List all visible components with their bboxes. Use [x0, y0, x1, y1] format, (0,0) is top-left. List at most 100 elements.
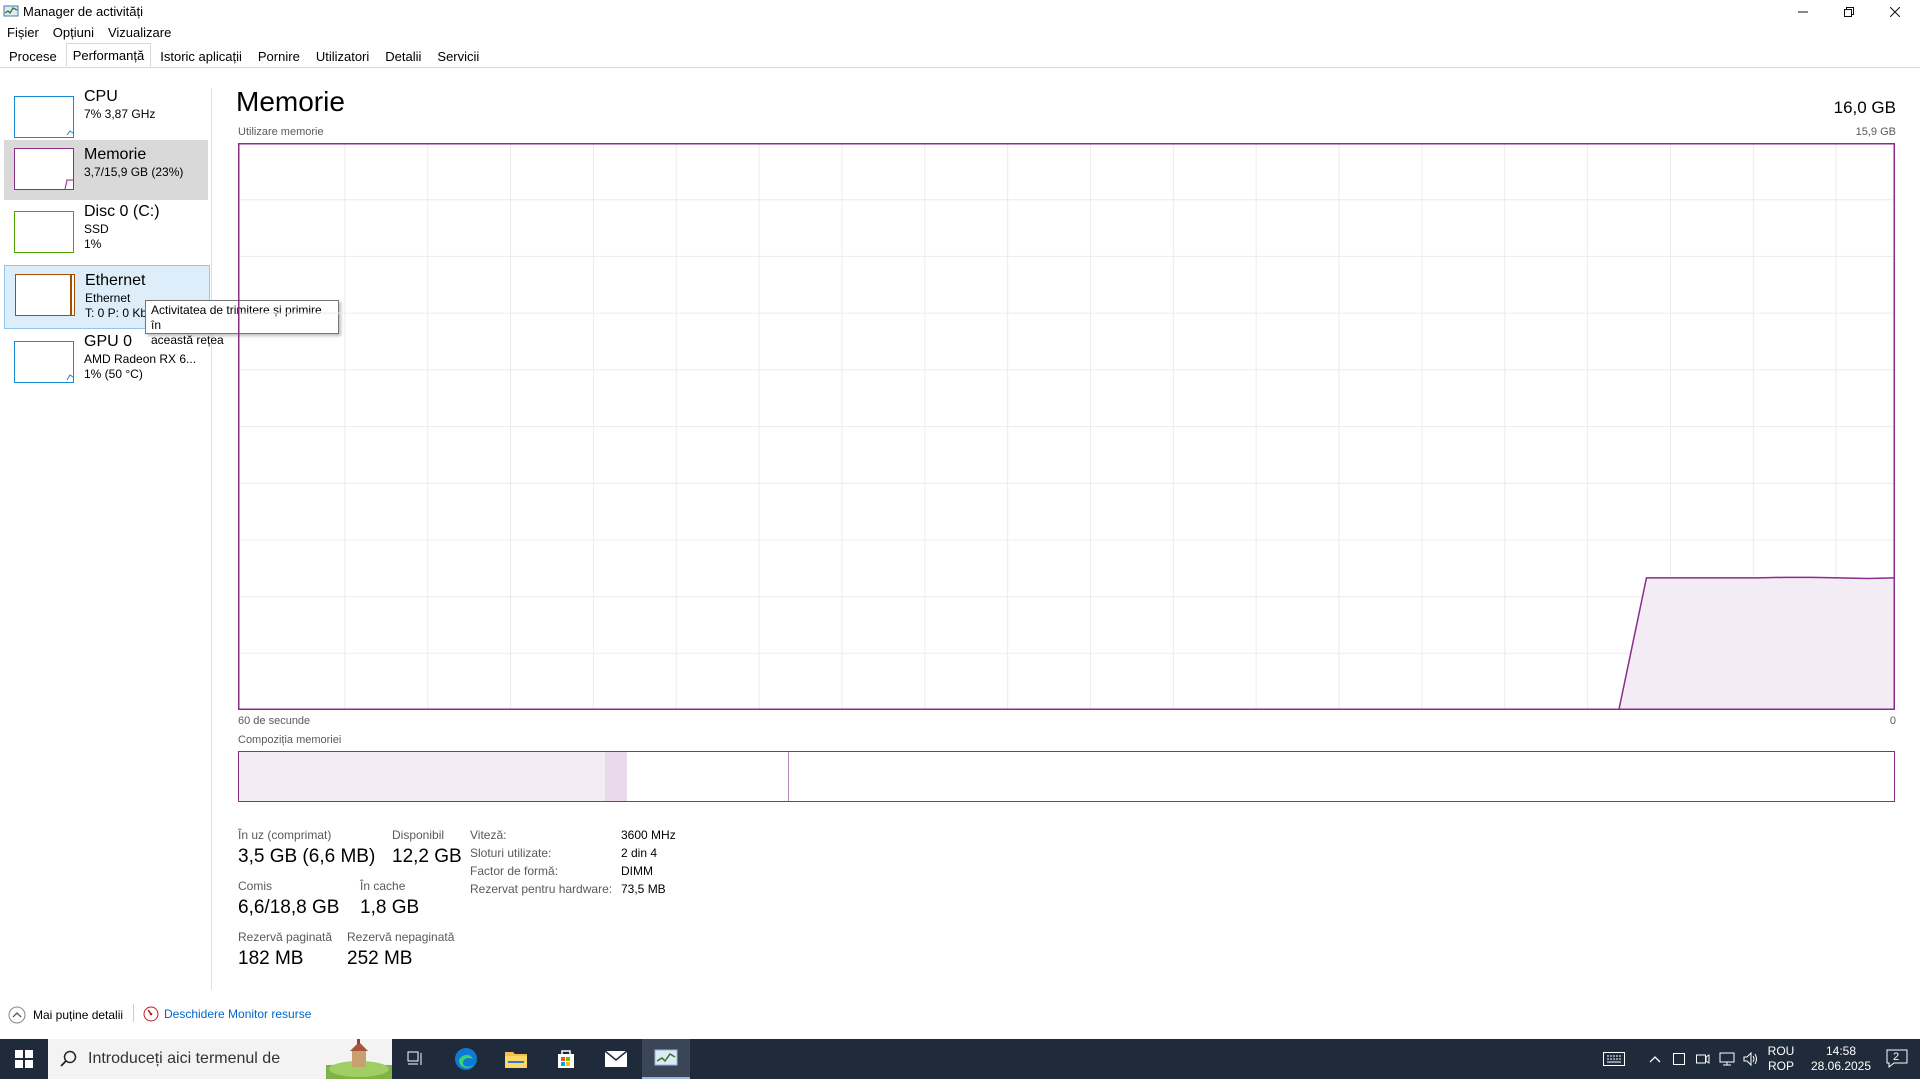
graph-time-span: 60 de secunde	[238, 715, 311, 727]
graph-time-end: 0	[1889, 715, 1896, 727]
spec-hw-reserved-label: Rezervat pentru hardware:	[470, 882, 613, 896]
taskbar-edge[interactable]	[442, 1039, 490, 1079]
task-manager-icon	[654, 1049, 678, 1066]
folder-icon	[505, 1052, 527, 1068]
resource-monitor-icon	[143, 1006, 159, 1022]
taskbar-store[interactable]	[542, 1039, 590, 1079]
sidebar-item-detail: 3,7/15,9 GB (23%)	[84, 165, 184, 179]
stat-cached-value: 1,8 GB	[360, 897, 420, 918]
stat-nonpaged-label: Rezervă nepaginată	[347, 930, 455, 944]
stat-in-use-value: 3,5 GB (6,6 MB)	[238, 846, 376, 867]
sidebar-item-detail: Ethernet	[85, 291, 131, 305]
sidebar-item-detail: SSD	[84, 222, 109, 236]
start-button[interactable]	[0, 1039, 48, 1079]
sidebar-item-memory[interactable]: Memorie 3,7/15,9 GB (23%)	[4, 140, 208, 200]
minimize-button[interactable]	[1780, 0, 1826, 24]
taskbar-mail[interactable]	[592, 1039, 640, 1079]
sidebar-item-detail: 1% (50 °C)	[84, 367, 143, 381]
sidebar-item-title: GPU 0	[84, 333, 133, 350]
sidebar-item-detail: T: 0 P: 0 Kb	[85, 306, 148, 320]
spec-speed-value: 3600 MHz	[621, 828, 676, 842]
sidebar-item-detail: AMD Radeon RX 6...	[84, 352, 197, 366]
memory-usage-graph	[238, 143, 1895, 710]
fewer-details-button[interactable]: Mai puține detalii	[8, 1006, 123, 1024]
menu-bar: Fișier Opțiuni Vizualizare	[0, 24, 178, 44]
total-memory: 16,0 GB	[1833, 98, 1896, 117]
taskbar-file-explorer[interactable]	[492, 1039, 540, 1079]
open-resource-monitor-label: Deschidere Monitor resurse	[164, 1007, 312, 1021]
tab-services[interactable]: Servicii	[430, 45, 486, 67]
search-icon	[60, 1050, 77, 1067]
tray-network[interactable]	[1716, 1039, 1738, 1079]
sidebar-item-detail: 7% 3,87 GHz	[84, 107, 156, 121]
keyboard-icon	[1603, 1052, 1625, 1066]
task-view-button[interactable]	[392, 1039, 440, 1079]
language-code: ROU	[1767, 1044, 1795, 1058]
tray-clock[interactable]: 14:58 28.06.2025	[1806, 1039, 1876, 1079]
usage-graph-max: 15,9 GB	[1855, 126, 1896, 138]
spec-slots-value: 2 din 4	[621, 846, 658, 860]
tray-language[interactable]: ROU ROP	[1764, 1039, 1798, 1079]
tab-performance[interactable]: Performanță	[65, 43, 152, 67]
close-button[interactable]	[1872, 0, 1918, 24]
open-resource-monitor-link[interactable]: Deschidere Monitor resurse	[143, 1006, 311, 1022]
tab-details[interactable]: Detalii	[378, 45, 428, 67]
composition-standby	[627, 752, 789, 801]
tab-startup[interactable]: Pornire	[251, 45, 307, 67]
window-icon	[1673, 1053, 1685, 1065]
clock-date: 28.06.2025	[1810, 1059, 1872, 1073]
composition-modified	[605, 752, 628, 801]
mail-icon	[604, 1050, 628, 1067]
menu-options[interactable]: Opțiuni	[46, 24, 101, 44]
network-icon	[1719, 1052, 1735, 1066]
taskbar-task-manager[interactable]	[642, 1039, 690, 1079]
spec-form-factor-label: Factor de formă:	[470, 864, 559, 878]
tab-strip: Procese Performanță Istoric aplicații Po…	[0, 43, 1920, 68]
disk-mini-graph	[14, 211, 74, 253]
tray-volume[interactable]	[1740, 1039, 1762, 1079]
taskbar-search-box[interactable]: Introduceți aici termenul de	[48, 1039, 392, 1079]
close-icon	[1890, 7, 1900, 17]
sidebar-divider	[211, 88, 212, 990]
restore-button[interactable]	[1826, 0, 1872, 24]
sidebar-item-disk[interactable]: Disc 0 (C:) SSD 1%	[4, 203, 208, 263]
tray-notifications[interactable]: 2	[1880, 1039, 1914, 1079]
sidebar-item-title: CPU	[84, 88, 118, 105]
spec-slots-label: Sloturi utilizate:	[470, 846, 552, 860]
keyboard-layout: ROP	[1767, 1059, 1794, 1073]
memory-usage-area	[1618, 577, 1895, 710]
menu-view[interactable]: Vizualizare	[101, 24, 178, 44]
menu-file[interactable]: Fișier	[0, 24, 46, 44]
stat-nonpaged-value: 252 MB	[347, 948, 413, 969]
task-view-icon	[407, 1051, 422, 1065]
tab-app-history[interactable]: Istoric aplicații	[153, 45, 249, 67]
sidebar-item-title: Ethernet	[85, 272, 146, 289]
tray-meet-now[interactable]	[1692, 1039, 1714, 1079]
stat-committed-value: 6,6/18,8 GB	[238, 897, 340, 918]
spec-form-factor-value: DIMM	[621, 864, 653, 878]
tray-show-hidden[interactable]	[1644, 1039, 1666, 1079]
memory-mini-graph	[14, 148, 74, 190]
search-highlight-icon	[326, 1039, 392, 1079]
memory-composition-bar	[238, 751, 1895, 802]
gpu-mini-graph	[14, 341, 74, 383]
task-manager-icon	[3, 5, 19, 17]
ethernet-mini-graph	[15, 274, 75, 316]
tray-app-icon[interactable]	[1668, 1039, 1690, 1079]
restore-icon	[1844, 7, 1854, 17]
footer-separator	[133, 1004, 134, 1022]
stat-available-value: 12,2 GB	[392, 846, 462, 867]
camera-icon	[1696, 1054, 1710, 1064]
tab-processes[interactable]: Procese	[2, 45, 64, 67]
fewer-details-label: Mai puține detalii	[33, 1008, 124, 1022]
sidebar-item-cpu[interactable]: CPU 7% 3,87 GHz	[4, 88, 208, 148]
edge-icon	[455, 1048, 477, 1070]
speaker-icon	[1743, 1052, 1757, 1066]
cpu-mini-graph	[14, 96, 74, 138]
sidebar-item-detail: 1%	[84, 237, 102, 251]
tab-users[interactable]: Utilizatori	[309, 45, 376, 67]
tray-keyboard[interactable]	[1600, 1039, 1628, 1079]
stat-paged-label: Rezervă paginată	[238, 930, 333, 944]
clock-time: 14:58	[1825, 1044, 1857, 1058]
usage-graph-label: Utilizare memorie	[238, 126, 324, 138]
